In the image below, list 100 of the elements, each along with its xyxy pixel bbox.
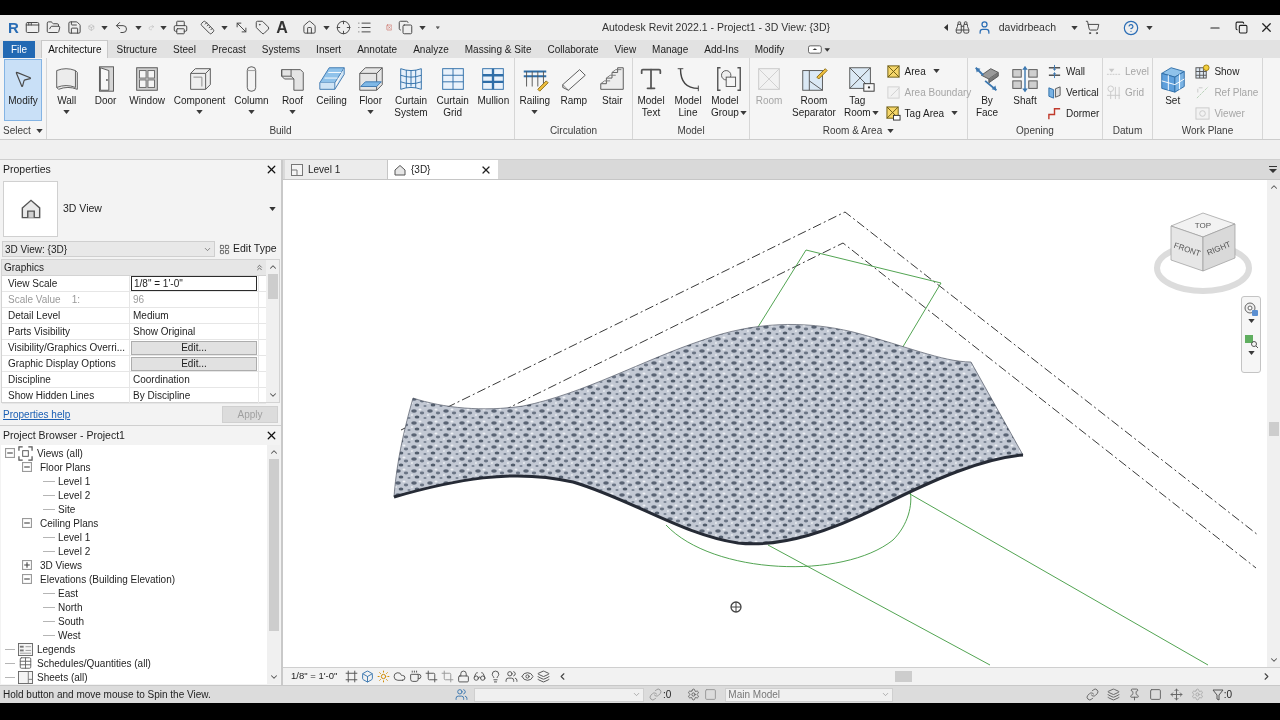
customize-icon[interactable] xyxy=(436,24,440,31)
tree-item[interactable]: 3D Views xyxy=(40,557,83,573)
ribbon-button[interactable]: Window xyxy=(125,59,169,121)
tree-item[interactable]: North xyxy=(58,599,83,615)
ribbon-tab[interactable]: File xyxy=(3,41,36,58)
ribbon-button[interactable]: Model Text xyxy=(633,59,669,121)
scroll-down-icon[interactable] xyxy=(268,672,279,682)
scroll-down-icon[interactable] xyxy=(267,390,278,400)
edit-button[interactable]: Edit... xyxy=(131,340,257,355)
minus-box-icon[interactable] xyxy=(22,574,32,584)
ribbon-tab[interactable]: Collaborate xyxy=(539,41,607,58)
caret-icon[interactable] xyxy=(221,25,229,30)
ribbon-button[interactable]: Wall xyxy=(47,59,86,121)
ribbon-button[interactable]: Model Line xyxy=(669,59,707,121)
tree-item[interactable]: Level 1 xyxy=(58,529,91,545)
ribbon-small-button[interactable]: Show xyxy=(1192,61,1243,81)
window-icon[interactable] xyxy=(24,20,40,35)
ribbon-button[interactable]: Curtain Grid xyxy=(432,59,473,121)
printer-icon[interactable] xyxy=(173,20,189,35)
ribbon-small-button[interactable]: Wall xyxy=(1044,61,1089,81)
crop-icon[interactable] xyxy=(425,670,439,683)
minus-box-icon[interactable] xyxy=(5,448,15,458)
tree-item[interactable]: Views (all) xyxy=(37,445,83,461)
caret-icon[interactable] xyxy=(288,110,296,114)
tree-item[interactable]: Floor Plans xyxy=(40,459,91,475)
tab-menu-icon[interactable] xyxy=(1269,166,1277,173)
ribbon-tab[interactable]: Structure xyxy=(108,41,166,58)
pin-icon[interactable] xyxy=(1127,688,1141,701)
caret-icon[interactable] xyxy=(531,110,539,114)
cup-icon[interactable] xyxy=(409,670,423,683)
crosshair-icon[interactable] xyxy=(335,20,351,35)
ribbon-button[interactable]: Floor xyxy=(351,59,390,121)
instance-dropdown[interactable]: 3D View: {3D} xyxy=(2,241,215,257)
scrollbar-thumb[interactable] xyxy=(895,671,913,682)
minus-box-icon[interactable] xyxy=(22,518,32,528)
ribbon-small-button[interactable]: Area xyxy=(882,61,943,81)
tree-item[interactable]: Elevations (Building Elevation) xyxy=(40,571,176,587)
help-icon[interactable] xyxy=(1123,19,1139,36)
tree-item[interactable]: Level 1 xyxy=(58,473,91,489)
caret-icon[interactable] xyxy=(367,110,375,114)
scroll-up-icon[interactable] xyxy=(268,447,279,457)
panel-title-menu[interactable]: Select xyxy=(3,123,43,138)
ruler-icon[interactable] xyxy=(200,20,216,35)
binoculars-icon[interactable] xyxy=(954,20,970,35)
caret-icon[interactable] xyxy=(134,25,142,30)
tag-icon[interactable] xyxy=(255,20,271,35)
caret-icon[interactable] xyxy=(322,25,330,30)
cube-icon[interactable] xyxy=(361,670,375,683)
layers-icon[interactable] xyxy=(1106,688,1120,701)
ribbon-tab[interactable]: Annotate xyxy=(349,41,406,58)
ribbon-tab[interactable]: Manage xyxy=(644,41,697,58)
ribbon-button[interactable]: Component xyxy=(169,59,230,121)
caret-icon[interactable] xyxy=(247,110,255,114)
scrollbar-thumb[interactable] xyxy=(267,274,278,299)
caret-icon[interactable] xyxy=(932,69,940,73)
caret-icon[interactable] xyxy=(63,110,71,114)
users-icon[interactable] xyxy=(505,670,519,683)
caret-icon[interactable] xyxy=(196,110,204,114)
lock-icon[interactable] xyxy=(457,670,471,683)
ribbon-button[interactable]: Stair xyxy=(593,59,632,121)
zoom-region-icon[interactable] xyxy=(1244,334,1258,348)
user-icon[interactable] xyxy=(976,20,992,35)
caret-icon[interactable] xyxy=(1071,25,1078,30)
ribbon-toggle-icon[interactable] xyxy=(808,45,831,54)
scroll-down-icon[interactable] xyxy=(1268,655,1279,665)
eye-icon[interactable] xyxy=(521,670,535,683)
users-icon[interactable] xyxy=(455,688,468,701)
ribbon-button[interactable]: Curtain System xyxy=(390,59,432,121)
ribbon-button[interactable]: Railing xyxy=(515,59,555,121)
ribbon-button[interactable]: Tag Room xyxy=(839,59,883,121)
ribbon-button[interactable]: Modify xyxy=(4,59,42,121)
vertical-scrollbar[interactable] xyxy=(267,445,280,684)
ribbon-button[interactable]: Set xyxy=(1153,59,1192,121)
user-name[interactable]: davidrbeach xyxy=(998,19,1056,36)
document-tab[interactable]: {3D} xyxy=(388,160,498,179)
ribbon-button[interactable]: Ceiling xyxy=(312,59,351,121)
ribbon-button[interactable]: Model Group xyxy=(707,59,751,121)
panel-title-menu[interactable]: Room & Area xyxy=(822,123,895,138)
ribbon-button[interactable]: Roof xyxy=(273,59,312,121)
ribbon-tab[interactable]: Steel xyxy=(165,41,204,58)
gear-icon[interactable] xyxy=(687,688,701,701)
dropdown-field[interactable] xyxy=(474,687,644,702)
link-icon[interactable] xyxy=(1085,688,1099,701)
ribbon-tab[interactable]: Insert xyxy=(308,41,350,58)
tree-item[interactable]: Schedules/Quantities (all) xyxy=(37,655,151,671)
scale-selector[interactable]: 1/8" = 1'-0" xyxy=(283,669,343,684)
tree-item[interactable]: Level 2 xyxy=(58,543,91,559)
close-icon[interactable] xyxy=(265,163,278,176)
caret-icon[interactable] xyxy=(269,207,276,211)
ribbon-tab[interactable]: Massing & Site xyxy=(456,41,540,58)
ribbon-tab[interactable]: Add-Ins xyxy=(696,41,747,58)
hash-icon[interactable] xyxy=(345,670,359,683)
help-link[interactable]: Properties help xyxy=(3,406,71,422)
tree-item[interactable]: East xyxy=(58,585,78,601)
ribbon-button[interactable]: Door xyxy=(86,59,125,121)
model-dropdown[interactable]: Main Model xyxy=(725,687,894,702)
caret-icon[interactable] xyxy=(419,25,427,30)
ribbon-small-button[interactable]: Vertical xyxy=(1044,82,1102,102)
ribbon-tab[interactable]: Analyze xyxy=(405,41,457,58)
ribbon-tab[interactable]: Modify xyxy=(746,41,793,58)
